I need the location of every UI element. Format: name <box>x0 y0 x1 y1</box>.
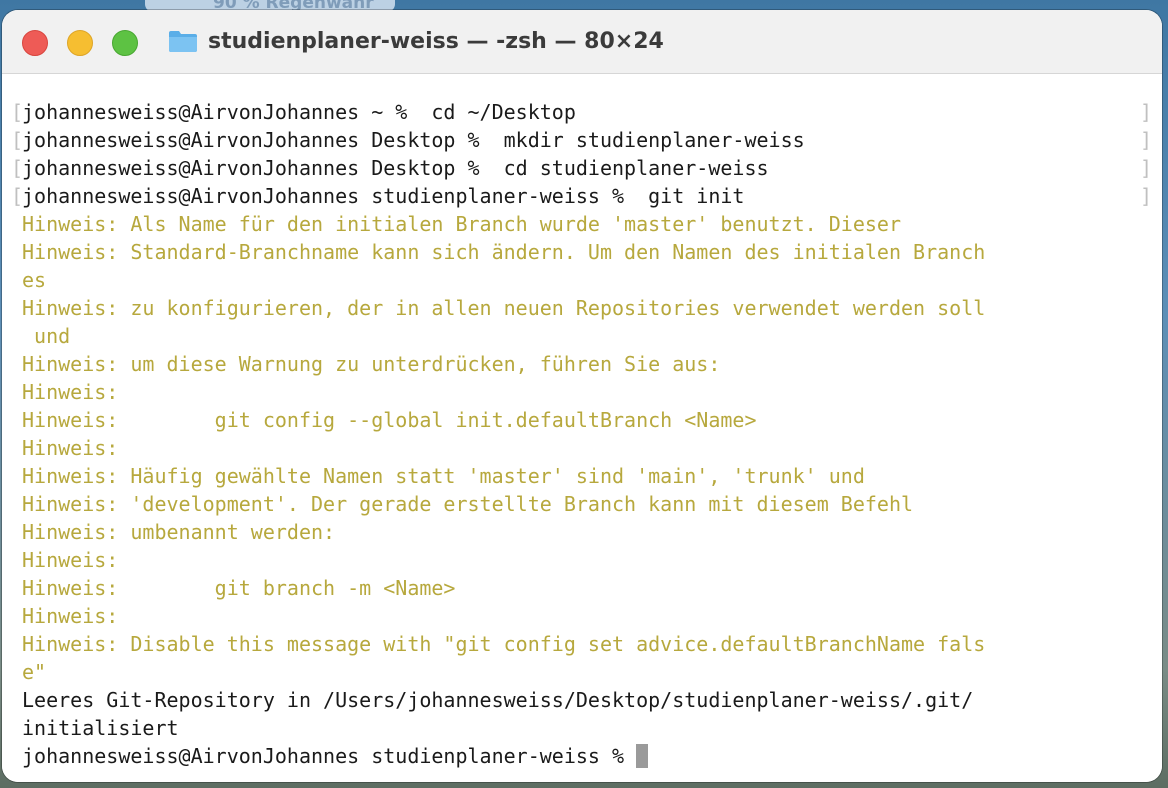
hint-line: Hinweis: 'development'. Der gerade erste… <box>22 492 914 516</box>
hint-line: Hinweis: git config --global init.defaul… <box>22 408 757 432</box>
hint-line: und <box>22 324 71 348</box>
output-line: initialisiert <box>22 716 179 740</box>
folder-icon <box>169 31 197 52</box>
text-cursor <box>636 744 649 768</box>
terminal-content[interactable]: [ ] johannesweiss@AirvonJohannes ~ % cd … <box>2 74 1162 782</box>
hint-line: Hinweis: Disable this message with "git … <box>22 632 986 656</box>
line-mark-right: ] <box>1140 100 1153 124</box>
hint-line: es <box>22 268 47 292</box>
output-line: Leeres Git-Repository in /Users/johannes… <box>22 688 974 712</box>
command-line: johannesweiss@AirvonJohannes Desktop % c… <box>22 156 769 180</box>
command-line: johannesweiss@AirvonJohannes studienplan… <box>22 184 745 208</box>
hint-line: Hinweis: Als Name für den initialen Bran… <box>22 212 901 236</box>
title-bar[interactable]: studienplaner-weiss — -zsh — 80×24 <box>2 10 1162 74</box>
prompt-text: johannesweiss@AirvonJohannes studienplan… <box>22 744 637 768</box>
close-button[interactable] <box>22 30 48 56</box>
hint-line: Hinweis: <box>22 604 119 628</box>
hint-line: Hinweis: git branch -m <Name> <box>22 576 456 600</box>
line-mark-right: ] <box>1140 156 1153 180</box>
hint-line: Hinweis: Standard-Branchname kann sich ä… <box>22 240 986 264</box>
minimize-button[interactable] <box>67 30 93 56</box>
maximize-button[interactable] <box>112 30 138 56</box>
hint-line: Hinweis: Häufig gewählte Namen statt 'ma… <box>22 464 865 488</box>
command-line: johannesweiss@AirvonJohannes Desktop % m… <box>22 128 805 152</box>
hint-line: Hinweis: zu konfigurieren, der in allen … <box>22 296 986 320</box>
hint-line: Hinweis: <box>22 380 119 404</box>
line-mark-right: ] <box>1140 184 1153 208</box>
prompt-line[interactable]: johannesweiss@AirvonJohannes studienplan… <box>22 742 649 770</box>
hint-line: Hinweis: <box>22 548 119 572</box>
line-mark-right: ] <box>1140 128 1153 152</box>
hint-line: e" <box>22 660 47 684</box>
terminal-window: studienplaner-weiss — -zsh — 80×24 [ ] j… <box>2 10 1162 782</box>
hint-line: Hinweis: um diese Warnung zu unterdrücke… <box>22 352 721 376</box>
hint-line: Hinweis: <box>22 436 119 460</box>
hint-line: Hinweis: umbenannt werden: <box>22 520 336 544</box>
window-title: studienplaner-weiss — -zsh — 80×24 <box>208 29 664 54</box>
command-line: johannesweiss@AirvonJohannes ~ % cd ~/De… <box>22 100 576 124</box>
